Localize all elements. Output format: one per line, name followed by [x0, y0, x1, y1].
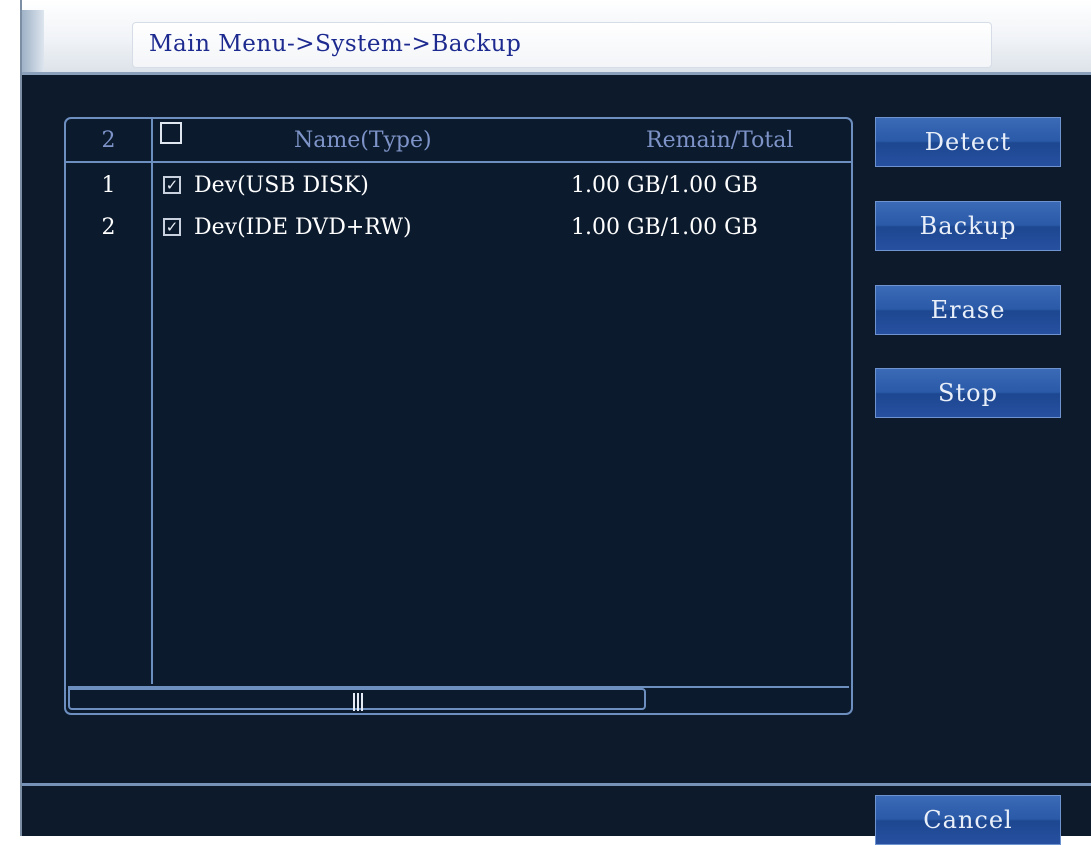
device-remain-total: 1.00 GB/1.00 GB	[571, 173, 758, 198]
row-index: 2	[101, 215, 116, 240]
breadcrumb: Main Menu->System->Backup	[149, 31, 522, 57]
device-count: 2	[101, 128, 116, 153]
footer-divider	[22, 783, 1091, 786]
cancel-button[interactable]: Cancel	[875, 795, 1061, 845]
header-divider	[66, 161, 851, 163]
device-list: 2 Name(Type) Remain/Total 1 ✓ Dev(USB DI…	[64, 117, 853, 715]
title-bar: Main Menu->System->Backup	[22, 0, 1091, 75]
checkbox-icon[interactable]: ✓	[163, 176, 181, 194]
table-row[interactable]: 2 ✓ Dev(IDE DVD+RW) 1.00 GB/1.00 GB	[66, 209, 851, 251]
device-name: Dev(USB DISK)	[194, 173, 369, 198]
column-header-remain: Remain/Total	[646, 128, 794, 153]
device-remain-total: 1.00 GB/1.00 GB	[571, 215, 758, 240]
table-row[interactable]: 1 ✓ Dev(USB DISK) 1.00 GB/1.00 GB	[66, 167, 851, 209]
checkbox-icon[interactable]: ✓	[163, 218, 181, 236]
detect-button[interactable]: Detect	[875, 117, 1061, 167]
stop-button[interactable]: Stop	[875, 368, 1061, 418]
select-all-checkbox[interactable]	[160, 122, 182, 144]
device-name: Dev(IDE DVD+RW)	[194, 215, 412, 240]
scroll-grip-icon	[353, 693, 363, 711]
horizontal-scrollbar[interactable]	[68, 686, 849, 712]
scrollbar-thumb[interactable]	[68, 688, 646, 711]
erase-button[interactable]: Erase	[875, 285, 1061, 335]
row-index: 1	[101, 173, 116, 198]
title-bar-cap	[22, 10, 44, 72]
backup-button[interactable]: Backup	[875, 201, 1061, 251]
column-header-name: Name(Type)	[294, 128, 432, 153]
backup-window: Main Menu->System->Backup 2 Name(Type) R…	[20, 0, 1091, 845]
